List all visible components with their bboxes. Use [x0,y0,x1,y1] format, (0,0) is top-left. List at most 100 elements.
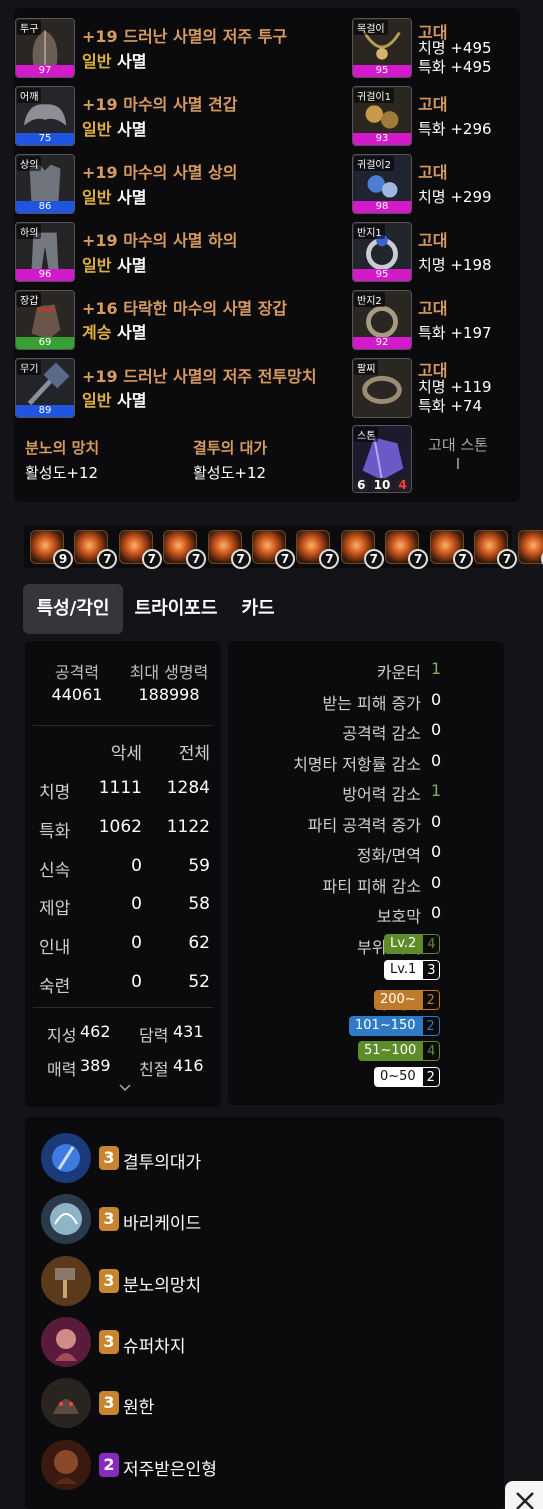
slot-tag: 귀걸이2 [354,156,394,171]
stat-total-value: 1122 [166,816,210,837]
accessory-stat: 치명 +495 [418,39,492,57]
accessory-slot-bracelet[interactable]: 팔찌 [352,358,412,418]
duel-icon[interactable] [41,1133,91,1183]
supercharge-icon[interactable] [41,1316,91,1367]
slot-tag: 스톤 [354,427,379,442]
hammer-icon[interactable] [41,1255,91,1306]
cursed-doll-icon[interactable] [41,1439,91,1490]
quality-bar: 97 [16,65,74,77]
gem-slot[interactable]: 7 [429,530,473,569]
engraving-name: 결투의대가 [123,1153,202,1173]
stat-accessory-value: 1111 [98,778,142,798]
gem-level-badge: 7 [452,549,473,569]
accessory-slot-earring2[interactable]: 귀걸이2 98 [352,154,412,214]
tab-engraving[interactable]: 특성/각인 [23,584,123,634]
gem-slot[interactable]: 7 [296,530,340,569]
close-button[interactable] [505,1481,543,1509]
tab-card[interactable]: 카드 [232,584,284,634]
personality-value: 431 [173,1022,204,1041]
accessory-slot-earring1[interactable]: 귀걸이1 93 [352,86,412,146]
stat-label: 특화 [39,821,71,842]
pill-count: 4 [422,1041,441,1061]
item-grade: 일반 [82,120,112,139]
slot-tag: 상의 [17,156,42,171]
tab-tripod[interactable]: 트라이포드 [128,584,224,634]
accessory-grade: 고대 [418,231,448,250]
gem-slot[interactable]: 7 [518,530,543,569]
pill-count: 2 [421,1066,440,1087]
quality-bar: 96 [16,269,74,281]
close-icon [516,1492,534,1509]
stats-panel: 공격력 44061 최대 생명력 188998 악세 전체 치명 1111 1284… [25,641,221,1107]
accessory-slot-ring1[interactable]: 반지1 95 [352,222,412,282]
combat-stat-value: 1 [431,659,442,678]
item-name: +16 타락한 마수의 사멸 장갑 [82,299,288,318]
level-pill: 200~ 2 [374,990,440,1010]
attack-value: 44061 [51,685,103,704]
combat-stat-label: 카운터 [376,663,421,682]
armor-slot-pants[interactable]: 하의 96 [15,222,75,282]
armor-slot-gloves[interactable]: 장갑 69 [15,290,75,350]
gem-slot[interactable]: 7 [74,530,118,569]
slot-tag: 반지1 [354,224,385,239]
max-hp-value: 188998 [138,685,200,704]
engraving-level-badge: 2 [99,1452,119,1477]
accessory-grade: 고대 [418,163,448,182]
combat-stat-value: 0 [431,903,442,922]
item-name: +19 드러난 사멸의 저주 투구 [82,27,288,46]
max-hp-label: 최대 생명력 [129,663,209,682]
accessory-slot-necklace[interactable]: 목걸이 95 [352,18,412,78]
item-grade: 일반 [82,52,112,71]
item-grade-set: 일반 사멸 [82,252,146,276]
combat-stat-value: 0 [431,689,442,709]
chevron-down-icon[interactable] [118,1083,132,1093]
engraving-book-name: 결투의 대가 [193,439,268,457]
gem-slot[interactable]: 9 [30,530,73,569]
stone-level: 6 [354,478,369,492]
combat-stat-value: 0 [431,720,442,739]
barricade-icon[interactable] [41,1194,91,1245]
grudge-icon[interactable] [41,1378,91,1429]
gem-slot[interactable]: 7 [474,530,517,569]
quality-bar: 92 [353,337,411,349]
personality-value: 462 [80,1022,111,1041]
stone-label-line: 고대 스톤 [428,436,488,454]
gem-slot[interactable]: 7 [340,530,384,569]
gem-level-badge: 9 [53,549,73,569]
engraving-level-badge: 3 [99,1329,119,1354]
gem-row: 977777777777 [24,526,543,569]
stat-total-value: 62 [188,933,210,954]
engraving-level-badge: 3 [99,1146,119,1170]
engraving-level-badge: 3 [99,1207,119,1232]
quality-bar: 89 [16,405,74,417]
stone-label: 고대 스톤 I [418,434,498,473]
accessory-stat: 특화 +296 [418,120,492,138]
engraving-name: 슈퍼차지 [123,1336,186,1357]
item-grade: 일반 [82,391,112,410]
engraving-name: 원한 [123,1398,155,1419]
item-set: 사멸 [117,391,147,410]
gem-slot[interactable]: 7 [118,530,162,569]
stone-level: 10 [370,478,394,492]
gem-slot[interactable]: 7 [207,530,251,569]
gem-slot[interactable]: 7 [252,530,295,569]
item-name: +19 마수의 사멸 견갑 [82,95,238,114]
stat-label: 인내 [39,938,71,959]
item-set: 사멸 [117,256,147,275]
accessory-stat: 특화 +197 [418,324,492,342]
item-name: +19 마수의 사멸 하의 [82,231,238,250]
armor-slot-shoulder[interactable]: 어깨 75 [15,86,75,146]
stone-level: 4 [395,478,410,492]
stat-col-total: 전체 [178,744,210,764]
armor-slot-helmet[interactable]: 투구 97 [15,18,75,78]
combat-stat-label: 방어력 감소 [342,785,421,804]
armor-slot-weapon[interactable]: 무기 89 [15,358,75,418]
combat-stats-panel: 카운터 1 받는 피해 증가 0 공격력 감소 0 치명타 저항률 감소 0 방어력 감소 1 파티… [228,641,504,1105]
accessory-slot-ring2[interactable]: 반지2 92 [352,290,412,350]
item-set: 사멸 [117,120,147,139]
gem-slot[interactable]: 7 [163,530,207,569]
armor-slot-chest[interactable]: 상의 86 [15,154,75,214]
gem-slot[interactable]: 7 [385,530,429,569]
slot-tag: 목걸이 [354,20,388,35]
ability-stone-slot[interactable]: 스톤 6 10 4 [352,425,412,493]
